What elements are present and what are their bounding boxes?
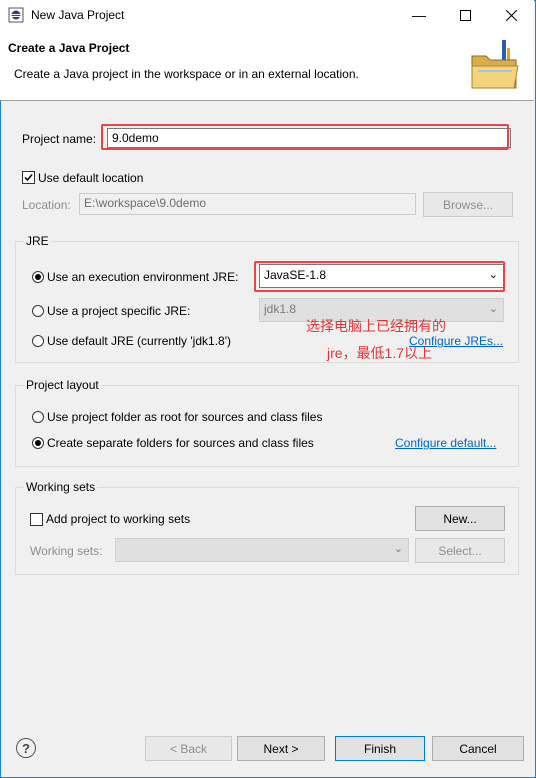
- annotation-line-2: jre，最低1.7以上: [327, 345, 433, 361]
- browse-button[interactable]: Browse...: [423, 192, 513, 217]
- chevron-down-icon: ⌄: [488, 303, 498, 315]
- configure-default-link[interactable]: Configure default...: [395, 436, 496, 450]
- layout-single-root-label: Use project folder as root for sources a…: [47, 410, 323, 424]
- jre-specific-label: Use a project specific JRE:: [47, 304, 191, 318]
- project-name-label: Project name:: [22, 132, 97, 146]
- location-input[interactable]: E:\workspace\9.0demo: [79, 193, 416, 215]
- layout-separate-label: Create separate folders for sources and …: [47, 436, 314, 450]
- jre-specific-radio[interactable]: [32, 305, 44, 317]
- highlight-project-name: [101, 124, 509, 150]
- project-layout-group-title: Project layout: [24, 378, 101, 392]
- back-button[interactable]: < Back: [145, 736, 232, 761]
- banner-title: Create a Java Project: [8, 41, 130, 55]
- jre-exec-env-radio[interactable]: [32, 271, 44, 283]
- add-to-working-sets-checkbox[interactable]: [30, 513, 43, 526]
- title-bar: New Java Project —: [0, 0, 534, 30]
- project-layout-group: [15, 385, 519, 467]
- select-working-sets-button[interactable]: Select...: [415, 538, 505, 563]
- jre-group-title: JRE: [24, 234, 51, 248]
- layout-single-root-radio[interactable]: [32, 411, 44, 423]
- layout-separate-radio[interactable]: [32, 437, 44, 449]
- cancel-button[interactable]: Cancel: [432, 736, 524, 761]
- working-sets-group-title: Working sets: [24, 480, 98, 494]
- new-working-set-button[interactable]: New...: [415, 506, 505, 531]
- use-default-location-label: Use default location: [38, 171, 144, 185]
- chevron-down-icon: ⌄: [393, 543, 403, 555]
- location-label: Location:: [22, 198, 71, 212]
- maximize-icon[interactable]: [442, 0, 488, 30]
- jre-default-label: Use default JRE (currently 'jdk1.8'): [47, 334, 231, 348]
- folder-icon: [470, 38, 520, 92]
- minimize-icon[interactable]: —: [396, 0, 442, 30]
- highlight-jre-select: [254, 261, 505, 292]
- annotation-line-1: 选择电脑上已经拥有的: [306, 318, 446, 334]
- jre-default-radio[interactable]: [32, 335, 44, 347]
- jre-specific-value: jdk1.8: [264, 302, 297, 316]
- jre-exec-env-label: Use an execution environment JRE:: [47, 270, 239, 284]
- working-sets-label: Working sets:: [30, 544, 103, 558]
- help-icon[interactable]: ?: [16, 738, 36, 758]
- close-icon[interactable]: [488, 0, 534, 30]
- banner-description: Create a Java project in the workspace o…: [14, 67, 359, 81]
- wizard-banner: Create a Java Project Create a Java proj…: [0, 30, 534, 101]
- window-title: New Java Project: [31, 8, 125, 22]
- working-sets-select[interactable]: ⌄: [115, 538, 409, 562]
- eclipse-icon: [8, 7, 24, 23]
- finish-button[interactable]: Finish: [335, 736, 425, 761]
- use-default-location-checkbox[interactable]: [22, 171, 35, 184]
- next-button[interactable]: Next >: [237, 736, 325, 761]
- add-to-working-sets-label: Add project to working sets: [46, 512, 191, 526]
